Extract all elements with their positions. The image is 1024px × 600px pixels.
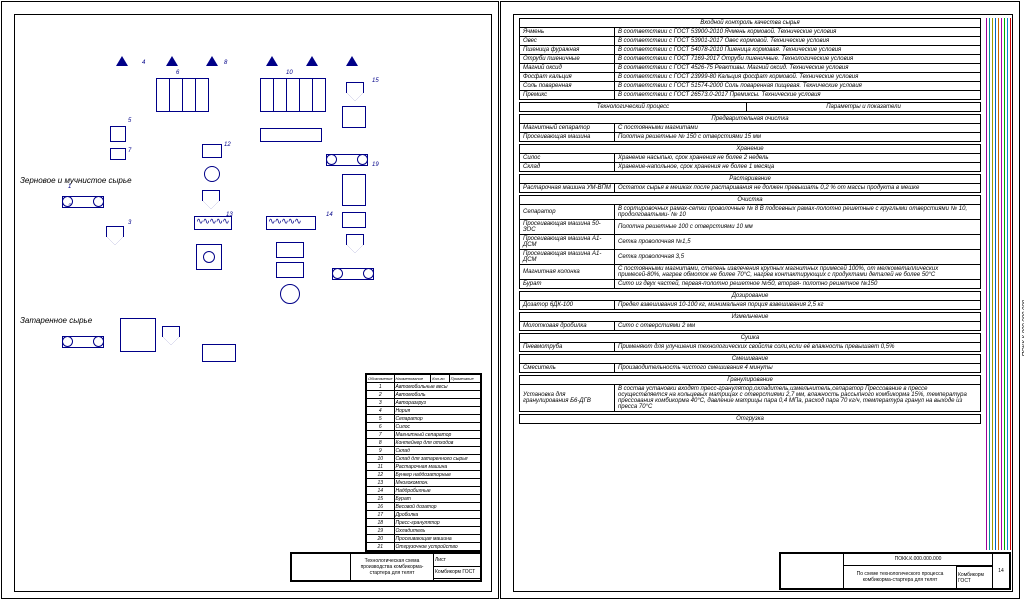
parts-list: ОбозначениеНаименованиеКол-воПримечание1… (365, 373, 482, 552)
process-trace-lines (983, 18, 1013, 550)
sheet-process-diagram: Зерновое и мучнистое сырье Затаренное сы… (1, 1, 499, 599)
spec-tables: Входной контроль качества сырьяЯчменьВ с… (519, 18, 981, 550)
doc-title: Технологическая схема производства комби… (351, 554, 434, 581)
process-diagram: 1 2 3 4 5 6 7 8 10 12 13 14 15 19 (76, 56, 365, 480)
title-block-left: Технологическая схема производства комби… (290, 552, 482, 582)
sheet-spec: ПОКК.К.000.000.000 Входной контроль каче… (500, 1, 1020, 599)
title-block-right: ПОКК.К.000.000.000 14 По схеме технологи… (779, 552, 1011, 590)
